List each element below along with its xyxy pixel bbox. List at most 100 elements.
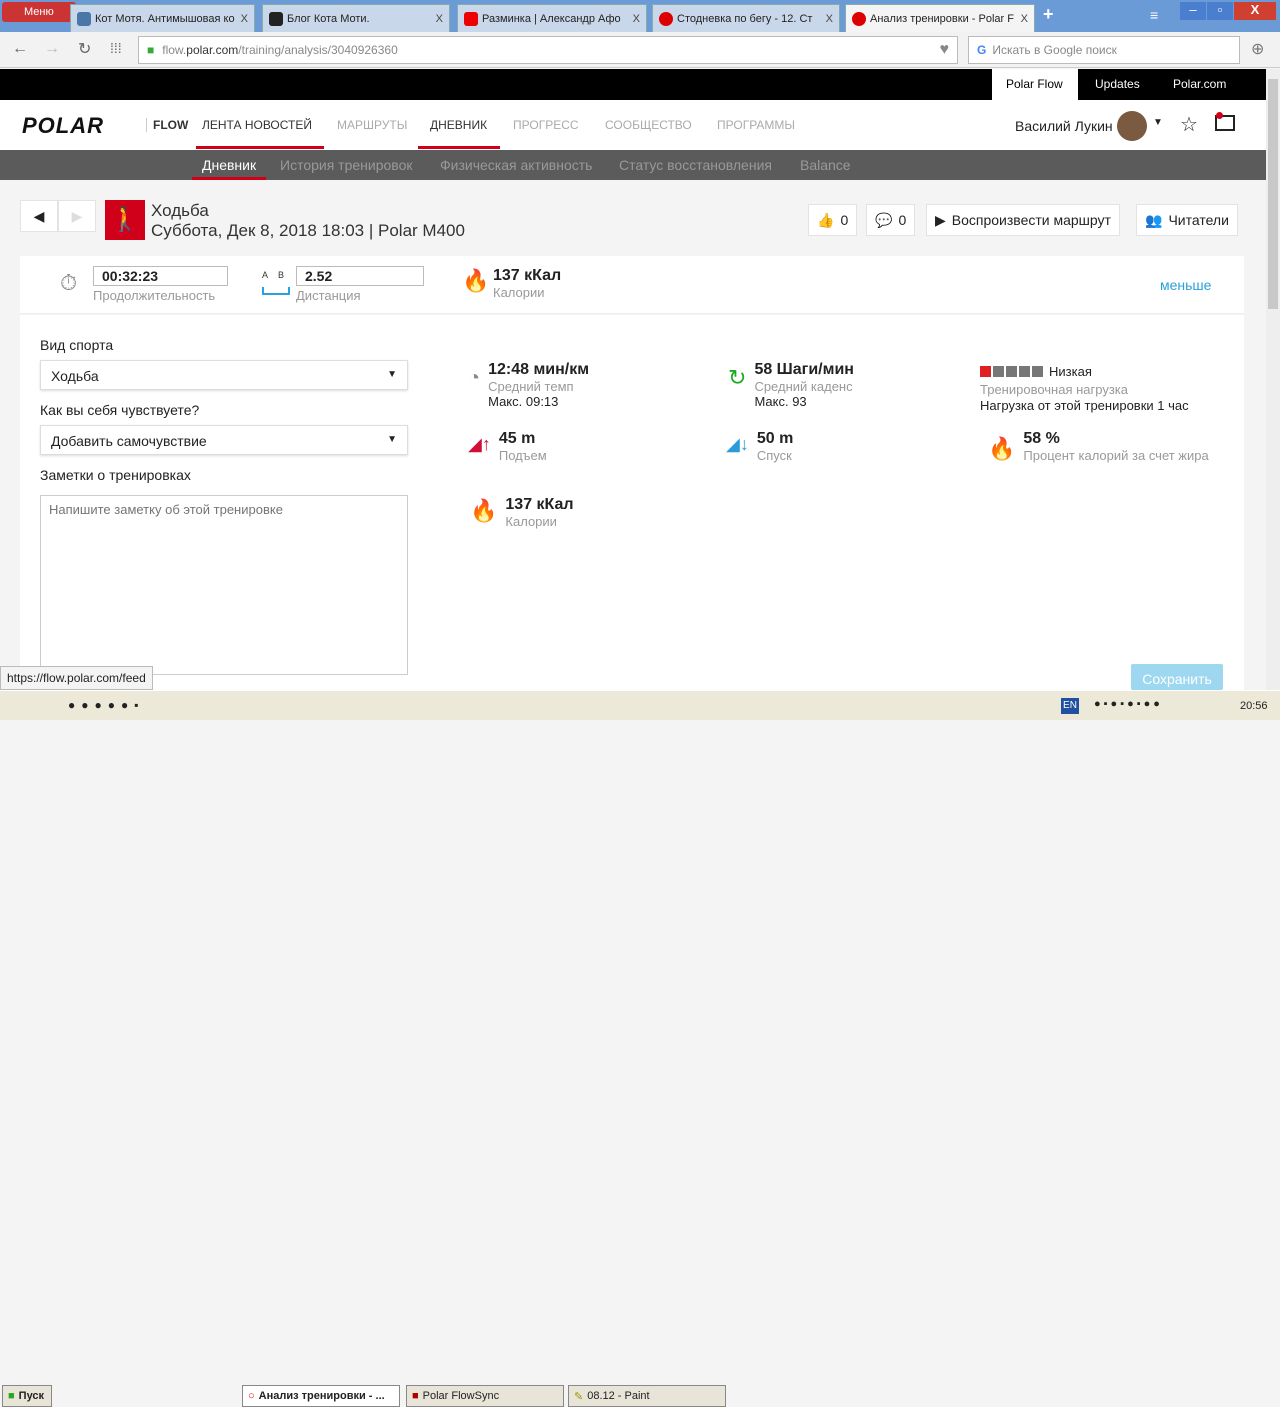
speed-dial-icon[interactable]: ⁞⁞⁞ [110, 40, 122, 56]
forward-icon[interactable]: → [44, 40, 60, 58]
duration-value: 00:32:23 [93, 266, 228, 286]
user-name[interactable]: Василий Лукин [1015, 118, 1113, 134]
sport-title: Ходьба [151, 201, 209, 220]
cadence-icon: ↻ [728, 365, 747, 390]
tray-icons[interactable]: ●▪●▪●▪●● [1094, 698, 1163, 710]
comment-icon: 💬 [875, 211, 893, 228]
subnav-history[interactable]: История тренировок [280, 157, 412, 173]
nav-progress[interactable]: ПРОГРЕСС [513, 118, 579, 132]
updates-link[interactable]: Updates [1095, 77, 1140, 91]
close-tab-icon[interactable]: X [826, 13, 833, 25]
pace-value: 12:48 мин/км [488, 361, 590, 378]
tab-menu-icon[interactable]: ≡ [1150, 7, 1158, 23]
subnav-activity[interactable]: Физическая активность [440, 157, 592, 173]
taskbar-item-label: Polar FlowSync [422, 1390, 500, 1402]
scrollbar[interactable] [1266, 69, 1280, 690]
people-icon: 👥 [1145, 211, 1163, 228]
heart-icon[interactable]: ♥ [940, 41, 950, 59]
polar-logo[interactable]: POLAR [22, 113, 104, 139]
load-label: Тренировочная нагрузка [980, 382, 1129, 397]
polar-icon [852, 11, 866, 26]
tab-title: Разминка | Александр Афо [482, 12, 621, 25]
opera-icon: ○ [248, 1390, 255, 1402]
download-icon[interactable]: ⊕ [1251, 39, 1264, 59]
notification-dot [1216, 112, 1223, 119]
previous-button[interactable]: ◀ [20, 200, 58, 232]
avatar[interactable] [1117, 111, 1147, 141]
summary-bar: ⏱ 00:32:23 Продолжительность A B 2.52 Ди… [20, 256, 1244, 314]
main-nav: POLAR FLOW ЛЕНТА НОВОСТЕЙ МАРШРУТЫ ДНЕВН… [0, 100, 1266, 150]
language-indicator[interactable]: EN [1061, 698, 1079, 714]
close-tab-icon[interactable]: X [241, 13, 248, 25]
taskbar-item[interactable]: ✎ 08.12 - Paint [568, 1385, 726, 1407]
reload-icon[interactable]: ↻ [78, 39, 91, 59]
replay-route-button[interactable]: ▶ Воспроизвести маршрут [926, 204, 1120, 236]
thumbs-up-icon: 👍 [817, 211, 835, 228]
calories-stat-label: Калории [505, 514, 557, 529]
close-tab-icon[interactable]: X [1021, 13, 1028, 25]
nav-community[interactable]: СООБЩЕСТВО [605, 118, 692, 132]
distance-value: 2.52 [296, 266, 424, 286]
browser-tab[interactable]: Кот Мотя. Антимышовая ко X [70, 4, 255, 32]
subnav-balance[interactable]: Balance [800, 157, 851, 173]
flame-icon: 🔥 [988, 436, 1016, 461]
notes-textarea[interactable] [40, 495, 408, 675]
browser-tab-active[interactable]: Анализ тренировки - Polar F X [845, 4, 1035, 32]
browser-toolbar: ← → ↻ ⁞⁞⁞ ■ flow. polar.com/training/anal… [0, 32, 1280, 68]
fat-value: 58 % [1023, 430, 1060, 447]
play-icon: ▶ [935, 211, 946, 228]
less-link[interactable]: меньше [1160, 277, 1211, 293]
taskbar-item[interactable]: ○ Анализ тренировки - ... [242, 1385, 400, 1407]
polar-flow-link[interactable]: Polar Flow [1006, 77, 1063, 91]
taskbar-item-label: Анализ тренировки - ... [258, 1390, 385, 1402]
taskbar-item[interactable]: ■ Polar FlowSync [406, 1385, 564, 1407]
load-block [1032, 366, 1043, 377]
quick-launch-icons[interactable]: ●●●●●▪ [68, 698, 145, 712]
start-button[interactable]: ■ Пуск [2, 1385, 52, 1407]
nav-feed[interactable]: ЛЕНТА НОВОСТЕЙ [202, 118, 312, 132]
new-tab-button[interactable]: + [1043, 4, 1054, 25]
minimize-button[interactable]: – [1180, 2, 1206, 20]
browser-tab[interactable]: Блог Кота Моти. X [262, 4, 450, 32]
url-path: /training/analysis/3040926360 [238, 43, 398, 57]
maximize-button[interactable]: ▫ [1207, 2, 1233, 20]
like-button[interactable]: 👍 0 [808, 204, 858, 236]
session-datetime: Суббота, Дек 8, 2018 18:03 | Polar M400 [151, 221, 465, 240]
chevron-down-icon[interactable]: ▼ [1153, 117, 1163, 128]
polar-com-link[interactable]: Polar.com [1173, 77, 1226, 91]
descent-value: 50 m [756, 430, 794, 447]
address-bar[interactable]: ■ flow. polar.com/training/analysis/30409… [138, 36, 958, 64]
close-tab-icon[interactable]: X [633, 13, 640, 25]
browser-tab[interactable]: Разминка | Александр Афо X [457, 4, 647, 32]
nav-routes[interactable]: МАРШРУТЫ [337, 118, 407, 132]
search-input[interactable]: G Искать в Google поиск [968, 36, 1240, 64]
sport-select-value: Ходьба [51, 368, 99, 384]
browser-tab[interactable]: Стодневка по бегу - 12. Ст X [652, 4, 840, 32]
sport-select[interactable]: Ходьба ▼ [40, 360, 408, 390]
nav-diary[interactable]: ДНЕВНИК [430, 118, 487, 132]
training-load-meter: Низкая [980, 364, 1092, 379]
flow-label: FLOW [146, 118, 188, 132]
close-window-button[interactable]: X [1234, 2, 1276, 20]
feel-select[interactable]: Добавить самочувствие ▼ [40, 425, 408, 455]
readers-button[interactable]: 👥 Читатели [1136, 204, 1238, 236]
next-button[interactable]: ▶ [58, 200, 96, 232]
opera-menu-button[interactable]: Меню [2, 2, 76, 22]
star-icon[interactable]: ☆ [1180, 112, 1198, 137]
back-icon[interactable]: ← [12, 40, 28, 58]
clock: 20:56 [1240, 700, 1268, 712]
stat-pace: ◔ 12:48 мин/км Средний темп Макс. 09:13 [468, 361, 589, 409]
readers-label: Читатели [1168, 212, 1229, 228]
paint-icon: ✎ [574, 1390, 584, 1403]
save-button[interactable]: Сохранить [1131, 664, 1223, 690]
close-tab-icon[interactable]: X [436, 13, 443, 25]
stat-calories: 🔥 137 кКал Калории [470, 496, 574, 529]
comments-button[interactable]: 💬 0 [866, 204, 916, 236]
subnav-diary[interactable]: Дневник [202, 157, 256, 173]
subnav-recovery[interactable]: Статус восстановления [619, 157, 772, 173]
load-desc: Нагрузка от этой тренировки 1 час [980, 398, 1189, 413]
nav-programs[interactable]: ПРОГРАММЫ [717, 118, 795, 132]
load-block [1006, 366, 1017, 377]
stat-ascent: ◢↑ 45 m Подъем [468, 430, 547, 463]
search-placeholder: Искать в Google поиск [992, 43, 1117, 57]
